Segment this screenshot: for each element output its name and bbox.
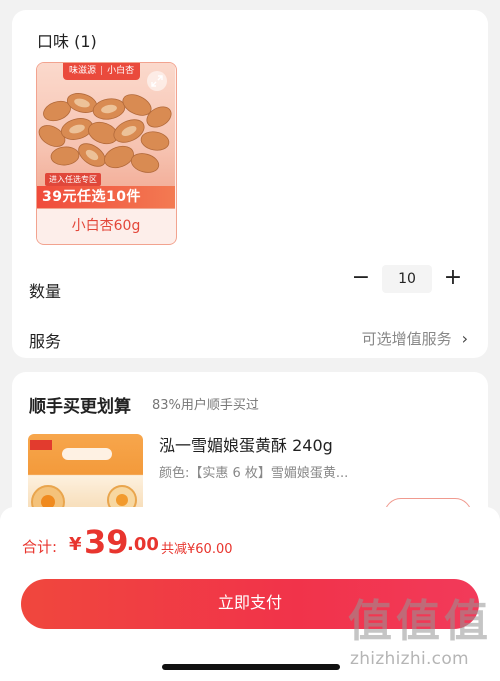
total-currency: ¥ (69, 534, 82, 555)
quantity-minus-button[interactable]: − (348, 265, 374, 293)
quantity-input[interactable]: 10 (382, 265, 432, 293)
service-value-text: 可选增值服务 (361, 330, 452, 348)
quantity-stepper: − 10 + (348, 265, 466, 293)
total-amount-decimal: .00 (127, 534, 159, 555)
total-amount-integer: 39 (84, 523, 129, 561)
sku-selection-card: 口味 (1) 味滋源 | 小白杏 进入任选专区 39元任选10件 小白杏60g … (12, 10, 488, 358)
variant-product-image: 味滋源 | 小白杏 进入任选专区 39元任选10件 (37, 63, 175, 209)
apricot-kernels-illustration (38, 93, 172, 173)
promo-banner: 39元任选10件 (37, 186, 175, 208)
variant-option-xiaobaixing[interactable]: 味滋源 | 小白杏 进入任选专区 39元任选10件 小白杏60g (36, 62, 177, 245)
flavor-section-title: 口味 (1) (37, 32, 97, 51)
discount-total: 共减¥60.00 (161, 542, 233, 557)
brand-tag-sub: 小白杏 (107, 66, 135, 76)
checkout-bar: 合计: ¥ 39 .00 共减¥60.00 立即支付 (0, 507, 500, 681)
expand-icon[interactable] (147, 71, 167, 91)
service-selector[interactable]: 可选增值服务 › (362, 328, 468, 349)
promo-enter-zone: 进入任选专区 (45, 173, 101, 186)
brand-tag-separator: | (100, 66, 104, 76)
bundle-title: 顺手买更划算 (29, 397, 131, 417)
total-label: 合计: (22, 538, 58, 556)
quantity-label: 数量 (29, 282, 62, 301)
pay-now-button[interactable]: 立即支付 (21, 579, 479, 629)
chevron-right-icon: › (461, 329, 468, 348)
home-indicator (162, 664, 340, 670)
bundle-product-name[interactable]: 泓一雪媚娘蛋黄酥 240g (159, 432, 333, 456)
brand-tag: 味滋源 | 小白杏 (63, 63, 141, 80)
service-label: 服务 (29, 332, 62, 351)
bundle-product-spec: 颜色:【实惠 6 枚】雪媚娘蛋黄... (159, 466, 349, 481)
expand-arrows-glyph (151, 75, 163, 87)
order-sheet-screen: 口味 (1) 味滋源 | 小白杏 进入任选专区 39元任选10件 小白杏60g … (0, 0, 500, 681)
variant-name-label: 小白杏60g (37, 209, 175, 243)
brand-tag-name: 味滋源 (69, 66, 97, 76)
bundle-subtitle: 83%用户顺手买过 (152, 398, 259, 413)
quantity-plus-button[interactable]: + (440, 265, 466, 293)
